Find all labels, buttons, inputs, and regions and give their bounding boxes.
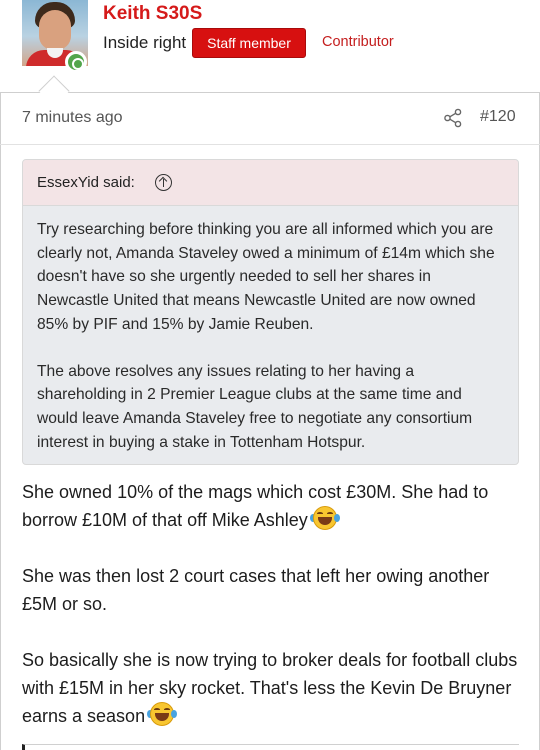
online-status-icon (65, 51, 87, 73)
share-icon[interactable] (443, 108, 463, 128)
post-paragraph-text: So basically she is now trying to broker… (22, 650, 518, 726)
contributor-badge: Contributor (322, 34, 394, 50)
user-title: Inside right (103, 33, 187, 52)
laughing-with-tears-emoji-icon (147, 702, 178, 726)
post-paragraph: She was then lost 2 court cases that lef… (22, 566, 490, 614)
staff-member-badge: Staff member (192, 28, 306, 58)
quote-paragraph: Try researching before thinking you are … (37, 221, 495, 333)
post-paragraph: So basically she is now trying to broker… (22, 646, 522, 730)
quote-block: EssexYid said: Try researching before th… (22, 159, 519, 465)
quote-body: Try researching before thinking you are … (23, 206, 518, 454)
quote-paragraph: The above resolves any issues relating t… (37, 362, 473, 451)
avatar-face (39, 10, 71, 50)
post-timestamp[interactable]: 7 minutes ago (22, 109, 123, 127)
post-paragraph-text: She owned 10% of the mags which cost £30… (22, 482, 489, 530)
user-header: Keith S30S Inside right Staff member Con… (0, 0, 540, 92)
quote-author[interactable]: EssexYid said: (37, 174, 135, 191)
laughing-with-tears-emoji-icon (309, 506, 340, 530)
arrow-up-circle-icon[interactable] (155, 174, 172, 191)
meta-divider (0, 144, 540, 145)
post-meta: 7 minutes ago #120 (0, 100, 540, 140)
next-quote-block-edge (22, 744, 519, 750)
post-paragraph: She owned 10% of the mags which cost £30… (22, 478, 522, 534)
quote-header[interactable]: EssexYid said: (23, 160, 518, 206)
username[interactable]: Keith S30S (103, 3, 202, 25)
post-number-link[interactable]: #120 (480, 108, 516, 126)
post-body: She owned 10% of the mags which cost £30… (22, 478, 522, 730)
